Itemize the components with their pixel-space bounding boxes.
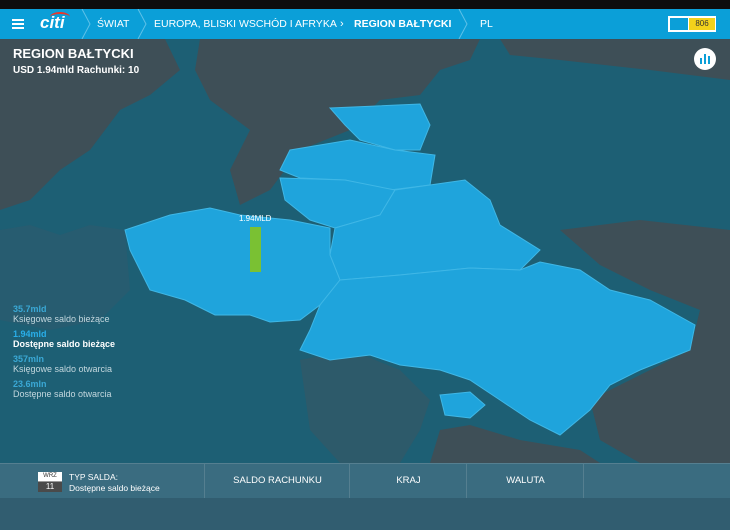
balance-type-selector[interactable]: TYP SALDA: Dostępne saldo bieżące (69, 472, 160, 494)
region-summary: USD 1.94mld Rachunki: 10 (13, 65, 140, 76)
legend-item-active[interactable]: 1.94mld Dostępne saldo bieżące (13, 329, 123, 349)
breadcrumb-world[interactable]: ŚWIAT (97, 9, 129, 39)
breadcrumb-pl[interactable]: PL (480, 9, 493, 39)
tab-country[interactable]: KRAJ (349, 464, 467, 498)
chevron-right-icon: › (340, 18, 344, 30)
region-title: REGION BAŁTYCKI (13, 46, 134, 61)
breadcrumb-baltic[interactable]: REGION BAŁTYCKI (354, 9, 451, 39)
legend-value: 1.94mld (13, 329, 47, 339)
balance-type-value: Dostępne saldo bieżące (69, 483, 160, 493)
calendar-icon[interactable]: WRZ 11 (38, 472, 62, 492)
bar-chart-icon-bar (704, 54, 706, 64)
legend-label: Dostępne saldo bieżące (13, 339, 116, 349)
notification-count: 806 (689, 18, 715, 30)
map-bar[interactable] (250, 227, 261, 272)
legend-value: 357mln (13, 354, 45, 364)
top-strip (0, 0, 730, 9)
calendar-day: 11 (38, 482, 62, 492)
legend-value: 23.6mln (13, 379, 47, 389)
notification-widget[interactable]: 806 (668, 16, 716, 32)
footer-toolbar: WRZ 11 TYP SALDA: Dostępne saldo bieżące… (0, 463, 730, 498)
footer-divider (583, 464, 584, 498)
map-bar-label: 1.94MLD (239, 214, 272, 223)
bar-chart-icon (700, 58, 702, 64)
legend-item[interactable]: 35.7mld Księgowe saldo bieżące (13, 304, 123, 324)
footer: WRZ 11 TYP SALDA: Dostępne saldo bieżące… (0, 463, 730, 530)
tab-currency[interactable]: WALUTA (466, 464, 584, 498)
balance-legend: 35.7mld Księgowe saldo bieżące 1.94mld D… (13, 304, 123, 404)
legend-label: Księgowe saldo otwarcia (13, 364, 113, 374)
legend-label: Dostępne saldo otwarcia (13, 389, 112, 399)
balance-type-label: TYP SALDA: (69, 472, 118, 482)
list-icon (670, 18, 688, 30)
tab-account-balance[interactable]: SALDO RACHUNKU (204, 464, 350, 498)
chart-toggle-button[interactable] (694, 48, 716, 70)
legend-label: Księgowe saldo bieżące (13, 314, 110, 324)
header-bar: citi ŚWIAT EUROPA, BLISKI WSCHÓD I AFRYK… (0, 9, 730, 39)
legend-item[interactable]: 357mln Księgowe saldo otwarcia (13, 354, 123, 374)
legend-item[interactable]: 23.6mln Dostępne saldo otwarcia (13, 379, 123, 399)
bar-chart-icon-bar (708, 56, 710, 64)
breadcrumb-emea[interactable]: EUROPA, BLISKI WSCHÓD I AFRYKA (154, 9, 337, 39)
legend-value: 35.7mld (13, 304, 47, 314)
calendar-month: WRZ (38, 472, 62, 482)
